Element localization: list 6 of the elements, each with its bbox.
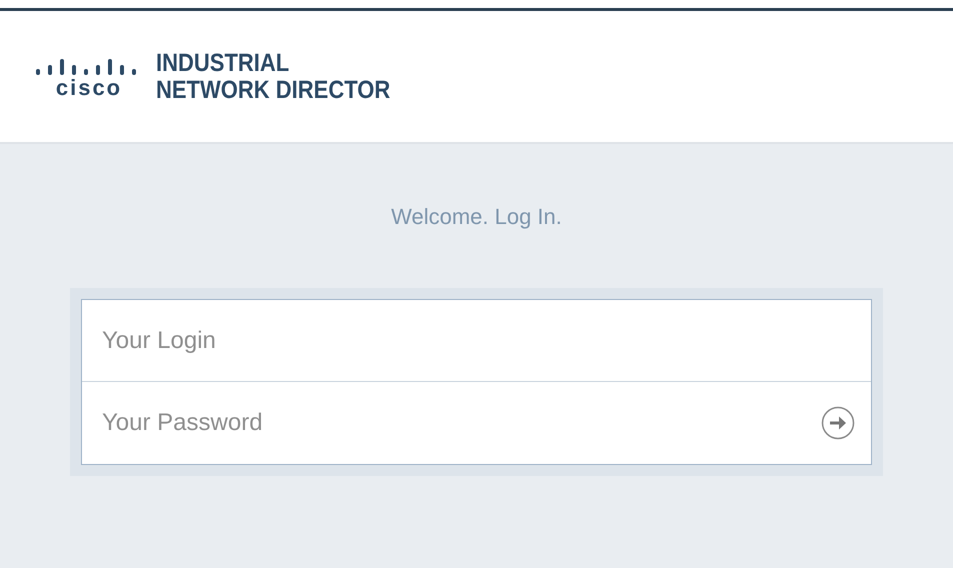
product-name: INDUSTRIAL <box>156 50 290 76</box>
submit-button[interactable] <box>821 406 855 440</box>
product-name: NETWORK DIRECTOR <box>156 76 390 104</box>
arrow-right-icon <box>821 406 855 440</box>
welcome-heading: Welcome. Log In. <box>391 204 562 230</box>
logo-wordmark: cisco <box>56 76 122 98</box>
